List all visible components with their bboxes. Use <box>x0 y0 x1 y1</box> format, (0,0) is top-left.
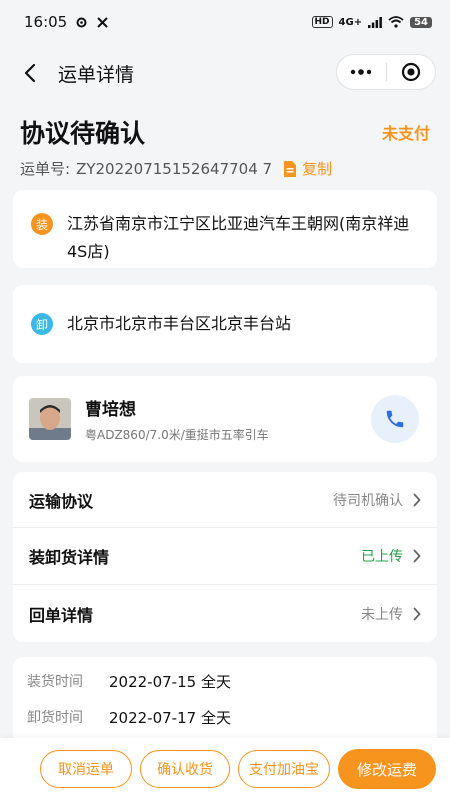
menu-value: 已上传 <box>361 549 403 565</box>
confirm-receipt-button[interactable]: 确认收货 <box>140 750 230 788</box>
detail-menu-card: 运输协议 待司机确认 装卸货详情 已上传 回单详情 未上传 <box>13 472 437 642</box>
schedule-card: 装货时间 2022-07-15 全天 卸货时间 2022-07-17 全天 <box>13 657 437 747</box>
battery-indicator: 54 <box>410 16 432 28</box>
order-status-title: 协议待确认 <box>20 119 146 148</box>
nav-bar: 运单详情 <box>0 44 450 102</box>
back-button[interactable] <box>18 61 42 85</box>
wifi-icon <box>388 16 404 28</box>
menu-label: 装卸货详情 <box>29 548 110 567</box>
driver-info: 曹培想 粤ADZ860/7.0米/重挺市五率引车 <box>85 395 371 443</box>
menu-value: 未上传 <box>361 606 403 623</box>
order-number-value: ZY20220715152647704 7 <box>76 159 273 178</box>
bottom-action-bar: 取消运单 确认收货 支付加油宝 修改运费 <box>0 738 450 800</box>
menu-loading-details[interactable]: 装卸货详情 已上传 <box>13 528 437 585</box>
hd-indicator: HD <box>311 16 333 28</box>
cancel-order-button[interactable]: 取消运单 <box>40 750 132 788</box>
chevron-right-icon <box>413 549 421 563</box>
load-badge: 装 <box>31 213 53 235</box>
chevron-left-icon <box>24 63 36 83</box>
time-value: 2022-07-15 全天 <box>109 672 231 691</box>
time-label: 装货时间 <box>27 674 83 690</box>
more-dots-icon <box>351 69 372 75</box>
chevron-right-icon <box>413 607 421 620</box>
close-miniprogram-button[interactable] <box>387 55 436 89</box>
call-driver-button[interactable] <box>371 395 419 443</box>
tools-icon <box>97 16 108 28</box>
pay-status-badge: 未支付 <box>381 124 430 143</box>
time-value: 2022-07-17 全天 <box>109 708 231 727</box>
phone-icon <box>386 410 404 428</box>
settings-icon <box>76 17 87 27</box>
chevron-right-icon <box>413 493 421 506</box>
unload-badge: 卸 <box>31 313 53 335</box>
load-address: 江苏省南京市江宁区比亚迪汽车王朝网(南京祥迪4S店) <box>67 214 410 261</box>
driver-avatar <box>29 398 71 440</box>
menu-transport-agreement[interactable]: 运输协议 待司机确认 <box>13 472 437 528</box>
menu-value: 待司机确认 <box>333 492 403 509</box>
pay-fuel-button[interactable]: 支付加油宝 <box>238 750 330 788</box>
time-label: 卸货时间 <box>27 710 83 726</box>
driver-vehicle-desc: 粤ADZ860/7.0米/重挺市五率引车 <box>85 428 269 442</box>
target-close-icon <box>401 62 420 82</box>
copy-icon[interactable] <box>282 160 298 178</box>
status-left: 16:05 <box>24 13 109 31</box>
menu-label: 回单详情 <box>29 605 94 625</box>
driver-card: 曹培想 粤ADZ860/7.0米/重挺市五率引车 <box>13 376 437 462</box>
more-button[interactable] <box>337 55 386 89</box>
copy-button[interactable]: 复制 <box>302 158 332 179</box>
menu-receipt-details[interactable]: 回单详情 未上传 <box>13 585 437 642</box>
load-time-row: 装货时间 2022-07-15 全天 <box>27 663 437 699</box>
order-number-label: 运单号: <box>20 160 71 178</box>
unload-address-card[interactable]: 卸 北京市北京市丰台区北京丰台站 <box>13 285 437 363</box>
modify-fee-button[interactable]: 修改运费 <box>338 749 436 789</box>
unload-time-row: 卸货时间 2022-07-17 全天 <box>27 699 437 735</box>
order-header: 协议待确认 未支付 运单号: ZY20220715152647704 7 复制 <box>0 102 450 179</box>
order-number-row: 运单号: ZY20220715152647704 7 复制 <box>20 158 430 179</box>
status-bar: 16:05 HD 4G+ 54 <box>0 0 450 44</box>
driver-name: 曹培想 <box>85 400 136 420</box>
status-time: 16:05 <box>24 13 68 31</box>
unload-address: 北京市北京市丰台区北京丰台站 <box>67 314 292 333</box>
menu-label: 运输协议 <box>29 491 94 511</box>
status-right: HD 4G+ 54 <box>311 16 432 28</box>
network-indicator: 4G+ <box>338 16 363 28</box>
signal-icon <box>368 16 382 28</box>
page-title: 运单详情 <box>58 63 135 86</box>
miniprogram-capsule <box>336 54 436 90</box>
load-address-card[interactable]: 装 江苏省南京市江宁区比亚迪汽车王朝网(南京祥迪4S店) <box>13 190 437 268</box>
